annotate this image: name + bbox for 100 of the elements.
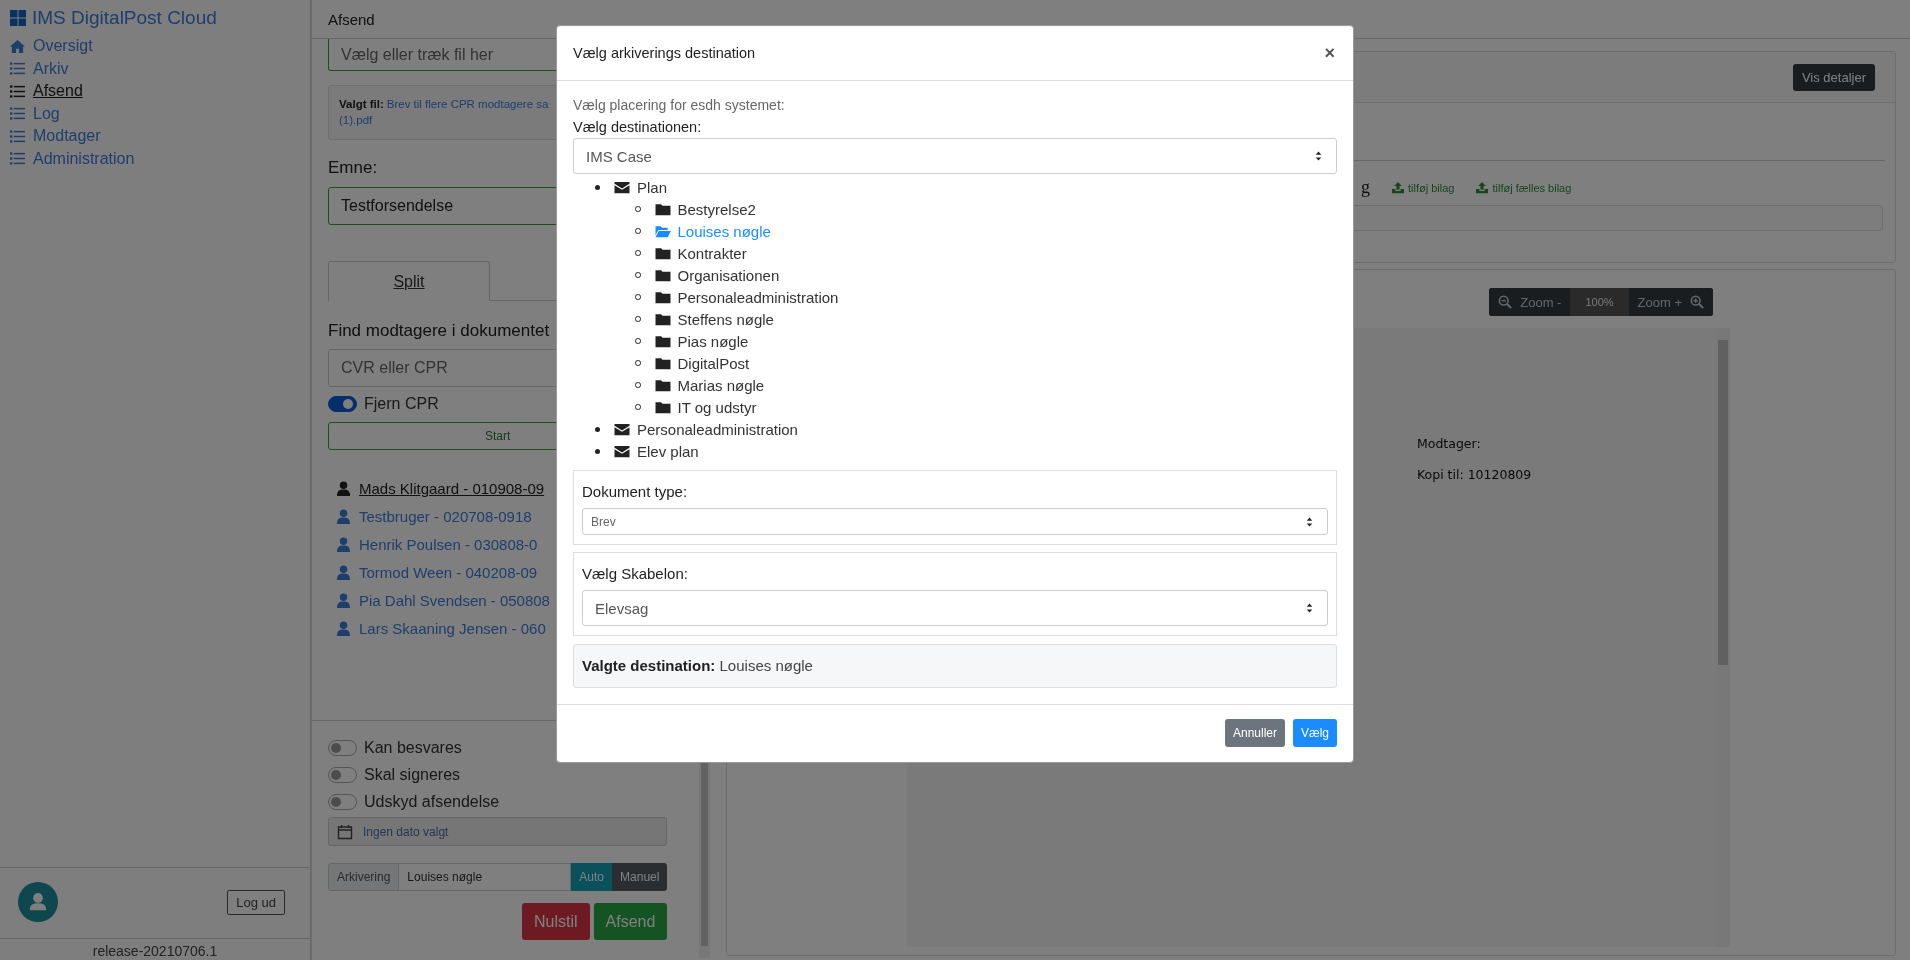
home-icon — [10, 38, 25, 54]
folder-icon — [654, 355, 671, 371]
toggle-label: Fjern CPR — [364, 395, 439, 413]
sidebar-item[interactable]: Administration — [33, 149, 135, 168]
tab[interactable]: Split — [328, 261, 490, 301]
toggle-label: Udskyd afsendelse — [364, 792, 500, 811]
bullet-icon — [595, 426, 600, 432]
tree-item[interactable]: Pias nøgle — [677, 332, 749, 350]
zoom-level: 100% — [1570, 288, 1629, 316]
toggle-switch[interactable] — [328, 396, 357, 412]
folder-icon — [654, 399, 671, 415]
tree-item[interactable]: IT og udstyr — [677, 398, 757, 416]
file-label: Valgt fil: — [339, 98, 384, 110]
folder-icon — [654, 245, 671, 261]
list-icon — [10, 61, 25, 77]
field-label: Vælg Skabelon: — [582, 565, 689, 582]
bullet-icon — [595, 184, 600, 190]
document-text: Kopi til: 10120809 — [1417, 467, 1533, 482]
zoom-in-icon — [1690, 295, 1704, 309]
close-button[interactable]: × — [1322, 42, 1337, 64]
list-icon — [10, 151, 25, 167]
upload-icon — [1476, 181, 1489, 194]
document-type-select[interactable]: Brev — [582, 508, 1328, 535]
list-icon — [10, 128, 25, 144]
archive-label: Arkivering — [328, 863, 400, 891]
tree-item[interactable]: Personaleadministration — [677, 288, 839, 306]
file-link[interactable]: Brev til flere CPR modtagere sa — [386, 98, 549, 110]
destination-select[interactable]: IMS Case — [573, 138, 1337, 174]
folder-icon — [654, 267, 671, 283]
sidebar-item[interactable]: Log — [33, 104, 60, 123]
sidebar-item[interactable]: Modtager — [33, 127, 101, 146]
field-label: Emne: — [328, 158, 378, 178]
bullet-icon — [595, 448, 600, 454]
envelope-icon — [614, 179, 630, 195]
recipient-link[interactable]: Lars Skaaning Jensen - 060 — [359, 619, 546, 637]
envelope-icon — [614, 421, 630, 437]
field-label: Dokument type: — [582, 483, 689, 500]
reset-button[interactable]: Nulstil — [522, 903, 590, 940]
user-icon — [336, 620, 351, 636]
attachment-link[interactable]: tilføj bilag — [1392, 181, 1455, 194]
version-label: release-20210706.1 — [91, 942, 219, 960]
user-icon — [336, 564, 351, 580]
recipient-link[interactable]: Henrik Poulsen - 030808-0 — [359, 535, 538, 553]
tree-item[interactable]: Bestyrelse2 — [677, 200, 756, 218]
toggle-label: Kan besvares — [364, 738, 462, 757]
mode-button[interactable]: Manuel — [612, 863, 668, 891]
document-text: Modtager: — [1417, 436, 1482, 451]
user-icon — [336, 592, 351, 608]
heading-text: g — [1361, 177, 1370, 198]
dialog-text: Vælg placering for esdh systemet: — [573, 97, 786, 113]
user-avatar[interactable] — [18, 882, 58, 922]
toggle-switch[interactable] — [328, 793, 357, 810]
recipient-link[interactable]: Tormod Ween - 040208-09 — [359, 563, 538, 581]
recipient-link[interactable]: Testbruger - 020708-0918 — [359, 507, 532, 525]
recipient-link[interactable]: Mads Klitgaard - 010908-09 — [359, 479, 545, 497]
tree-item[interactable]: Kontrakter — [677, 244, 747, 262]
zoom-out-icon — [1498, 295, 1513, 309]
toggle-switch[interactable] — [328, 766, 357, 783]
send-button[interactable]: Afsend — [593, 903, 668, 940]
archive-input[interactable]: Louises nøgle — [399, 863, 572, 891]
section-heading: Find modtagere i dokumentet — [328, 321, 550, 341]
app-title[interactable]: IMS DigitalPost Cloud — [32, 7, 217, 29]
select-button[interactable]: Vælg — [1293, 719, 1337, 747]
user-icon — [336, 508, 351, 524]
folder-icon — [654, 311, 671, 327]
chosen-text: Valgte destination: Louises nøgle — [582, 657, 813, 674]
date-placeholder: Ingen dato valgt — [363, 824, 449, 839]
list-icon — [10, 83, 25, 99]
user-icon — [336, 480, 351, 496]
tree-item[interactable]: Steffens nøgle — [677, 310, 774, 328]
folder-icon — [654, 201, 671, 217]
upload-icon — [1392, 181, 1404, 194]
file-link[interactable]: (1).pdf — [339, 114, 373, 126]
toggle-switch[interactable] — [328, 739, 357, 756]
sidebar-item[interactable]: Oversigt — [33, 37, 93, 56]
folder-icon — [654, 289, 671, 305]
caret-icon — [1313, 150, 1324, 162]
caret-icon — [1304, 515, 1315, 528]
sidebar-item[interactable]: Arkiv — [33, 59, 69, 78]
sidebar-item[interactable]: Afsend — [33, 82, 83, 101]
tree-item[interactable]: DigitalPost — [677, 354, 750, 372]
field-label: Vælg destinationen: — [573, 119, 703, 135]
tree-item[interactable]: Organisationen — [677, 266, 780, 284]
details-button[interactable]: Vis detaljer — [1792, 63, 1875, 91]
calendar-icon — [337, 823, 353, 840]
toggle-label: Skal signeres — [364, 765, 461, 784]
folder-icon — [654, 377, 671, 393]
mode-button[interactable]: Auto — [571, 863, 613, 891]
folder-open-icon — [654, 223, 671, 239]
page-title: Afsend — [328, 10, 375, 28]
tree-item[interactable]: Marias nøgle — [677, 376, 765, 394]
logout-button[interactable]: Log ud — [227, 889, 285, 915]
template-select[interactable]: Elevsag — [582, 590, 1328, 626]
list-icon — [10, 106, 25, 122]
tree-item[interactable]: Louises nøgle — [677, 222, 771, 240]
attachment-link[interactable]: tilføj fælles bilag — [1476, 181, 1572, 194]
date-field[interactable]: Ingen dato valgt — [328, 817, 668, 846]
cancel-button[interactable]: Annuller — [1224, 719, 1285, 747]
envelope-icon — [614, 443, 630, 459]
recipient-link[interactable]: Pia Dahl Svendsen - 050808 — [359, 591, 550, 609]
